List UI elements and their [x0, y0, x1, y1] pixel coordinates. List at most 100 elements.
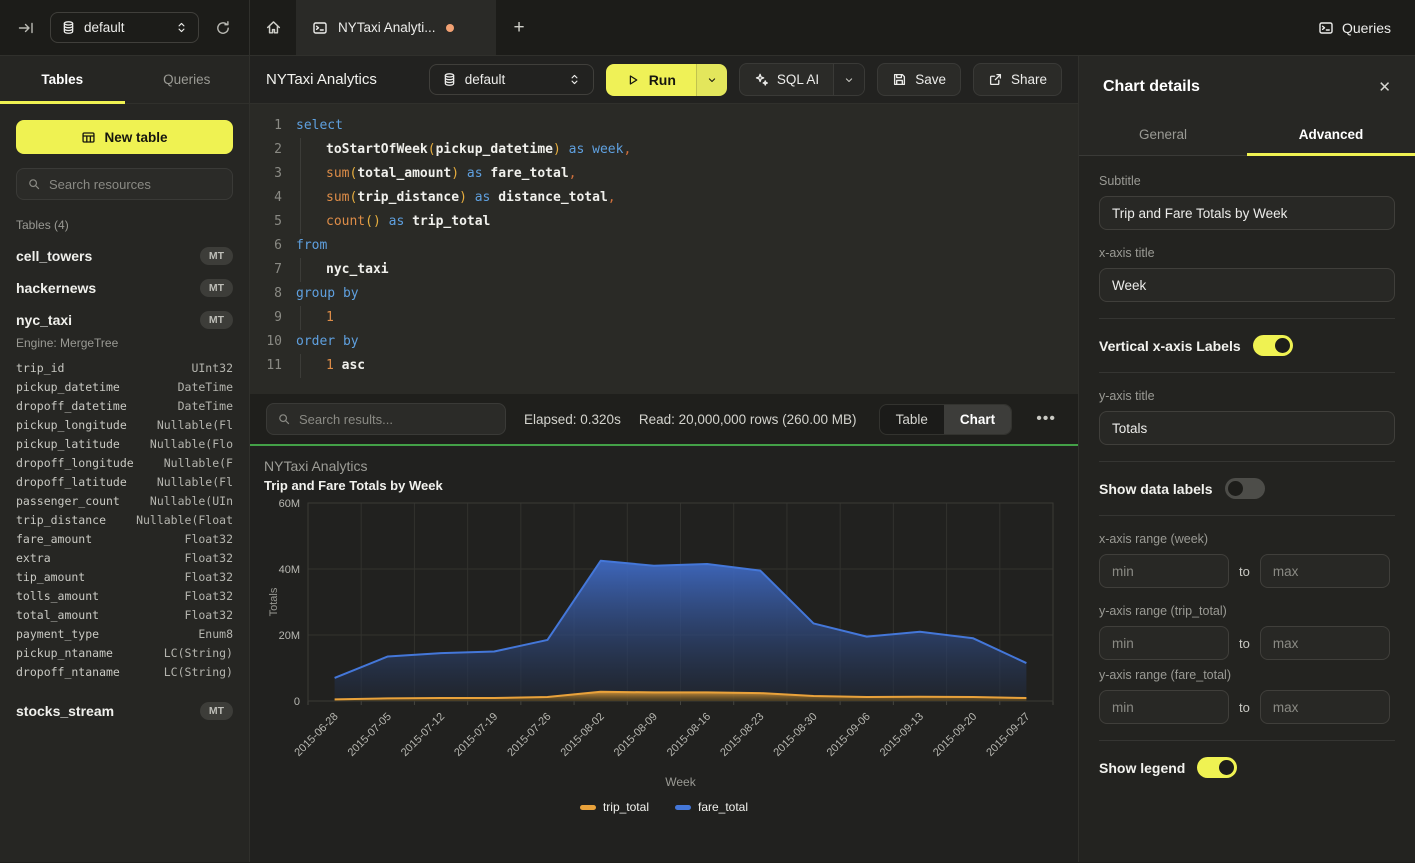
range-to-label: to [1239, 564, 1250, 579]
x-range-min-input[interactable] [1099, 554, 1229, 588]
resource-search-input[interactable] [49, 177, 222, 192]
divider [1099, 318, 1395, 319]
y-range-fare-min-input[interactable] [1099, 690, 1229, 724]
save-button[interactable]: Save [877, 63, 961, 96]
svg-text:40M: 40M [279, 564, 300, 576]
database-selector-value: default [84, 20, 167, 35]
sql-ai-options-button[interactable] [833, 64, 864, 95]
x-range-max-input[interactable] [1260, 554, 1390, 588]
refresh-button[interactable] [211, 16, 235, 40]
column-type: Float32 [185, 551, 233, 565]
close-panel-button[interactable]: ✕ [1378, 78, 1391, 96]
table-row-hackernews[interactable]: hackernewsMT [0, 272, 249, 304]
collapse-sidebar-button[interactable] [14, 16, 38, 40]
run-options-button[interactable] [696, 64, 727, 96]
svg-text:20M: 20M [279, 630, 300, 642]
share-label: Share [1011, 72, 1047, 87]
subtitle-input[interactable] [1099, 196, 1395, 230]
table-row-stocks_stream[interactable]: stocks_streamMT [0, 695, 249, 727]
column-name: pickup_longitude [16, 418, 127, 432]
chevron-updown-icon [175, 21, 188, 34]
tab-strip: NYTaxi Analyti... + Queries [250, 0, 1415, 55]
new-table-button[interactable]: New table [16, 120, 233, 154]
engine-badge: MT [200, 279, 233, 297]
column-type: LC(String) [164, 665, 233, 679]
y-axis-title-field: y-axis title [1099, 389, 1395, 445]
sidebar: Tables Queries New table Tables (4) cell… [0, 56, 250, 862]
svg-text:Week: Week [665, 775, 696, 789]
column-name: dropoff_ntaname [16, 665, 120, 679]
column-name: extra [16, 551, 51, 565]
legend-item-trip_total[interactable]: trip_total [580, 800, 649, 814]
search-icon [277, 412, 291, 426]
vertical-labels-toggle[interactable] [1253, 335, 1293, 356]
column-name: pickup_latitude [16, 437, 120, 451]
line-number: 10 [250, 330, 282, 354]
data-labels-toggle[interactable] [1225, 478, 1265, 499]
toggle-knob [1275, 338, 1290, 353]
panel-tab-general[interactable]: General [1079, 114, 1247, 155]
y-range-fare-max-input[interactable] [1260, 690, 1390, 724]
sidebar-tab-tables[interactable]: Tables [0, 56, 125, 103]
sidebar-tab-queries[interactable]: Queries [125, 56, 250, 103]
table-row-nyc_taxi[interactable]: nyc_taxiMT [0, 304, 249, 336]
y-range-trip-min-input[interactable] [1099, 626, 1229, 660]
sql-editor[interactable]: 1select2toStartOfWeek(pickup_datetime) a… [250, 104, 1078, 394]
topbar-left: default [0, 0, 250, 55]
indent-guide [300, 186, 301, 210]
line-number: 6 [250, 234, 282, 258]
column-row: tip_amountFloat32 [0, 567, 249, 586]
home-tab-button[interactable] [250, 0, 296, 55]
svg-text:Totals: Totals [268, 587, 280, 616]
line-number: 7 [250, 258, 282, 282]
tab-nytaxi-analytics[interactable]: NYTaxi Analyti... [296, 0, 496, 55]
share-button[interactable]: Share [973, 63, 1062, 96]
column-type: Enum8 [198, 627, 233, 641]
main-area: NYTaxi Analytics default Run [250, 56, 1078, 862]
svg-text:60M: 60M [279, 498, 300, 510]
y-range-trip-max-input[interactable] [1260, 626, 1390, 660]
chart-subtitle: Trip and Fare Totals by Week [264, 478, 1064, 493]
table-icon [81, 130, 96, 145]
column-row: tolls_amountFloat32 [0, 586, 249, 605]
chart-details-panel: Chart details ✕ General Advanced Subtitl… [1078, 56, 1415, 862]
subtitle-field: Subtitle [1099, 174, 1395, 230]
show-legend-toggle[interactable] [1197, 757, 1237, 778]
svg-text:2015-08-23: 2015-08-23 [718, 711, 766, 759]
line-number: 1 [250, 114, 282, 138]
y-range-trip-label: y-axis range (trip_total) [1099, 604, 1395, 618]
run-button[interactable]: Run [606, 64, 696, 96]
code-line: 10order by [250, 330, 1078, 354]
y-axis-title-input[interactable] [1099, 411, 1395, 445]
database-icon [61, 20, 76, 35]
query-database-selector[interactable]: default [429, 64, 594, 95]
legend-swatch [580, 805, 596, 810]
queries-button[interactable]: Queries [1318, 0, 1391, 55]
view-toggle-table[interactable]: Table [880, 405, 944, 434]
results-menu-button[interactable]: ••• [1030, 406, 1062, 432]
line-number: 3 [250, 162, 282, 186]
table-name: stocks_stream [16, 703, 114, 719]
column-name: dropoff_datetime [16, 399, 127, 413]
new-tab-button[interactable]: + [496, 0, 542, 55]
view-toggle: Table Chart [879, 404, 1013, 435]
x-axis-title-input[interactable] [1099, 268, 1395, 302]
column-name: dropoff_latitude [16, 475, 127, 489]
indent-guide [300, 258, 301, 282]
show-legend-label: Show legend [1099, 760, 1185, 776]
results-search-input[interactable] [299, 412, 495, 427]
column-row: pickup_datetimeDateTime [0, 377, 249, 396]
sql-ai-button[interactable]: SQL AI [740, 64, 833, 95]
view-toggle-chart[interactable]: Chart [944, 405, 1011, 434]
chevron-down-icon [843, 74, 855, 86]
svg-text:2015-07-26: 2015-07-26 [505, 711, 553, 759]
database-selector[interactable]: default [50, 12, 199, 43]
indent-guide [300, 162, 301, 186]
column-type: Nullable(Float [136, 513, 233, 527]
panel-tab-advanced[interactable]: Advanced [1247, 114, 1415, 155]
svg-text:2015-08-30: 2015-08-30 [771, 711, 819, 759]
legend-item-fare_total[interactable]: fare_total [675, 800, 748, 814]
line-number: 5 [250, 210, 282, 234]
table-row-cell_towers[interactable]: cell_towersMT [0, 240, 249, 272]
column-type: DateTime [178, 380, 233, 394]
